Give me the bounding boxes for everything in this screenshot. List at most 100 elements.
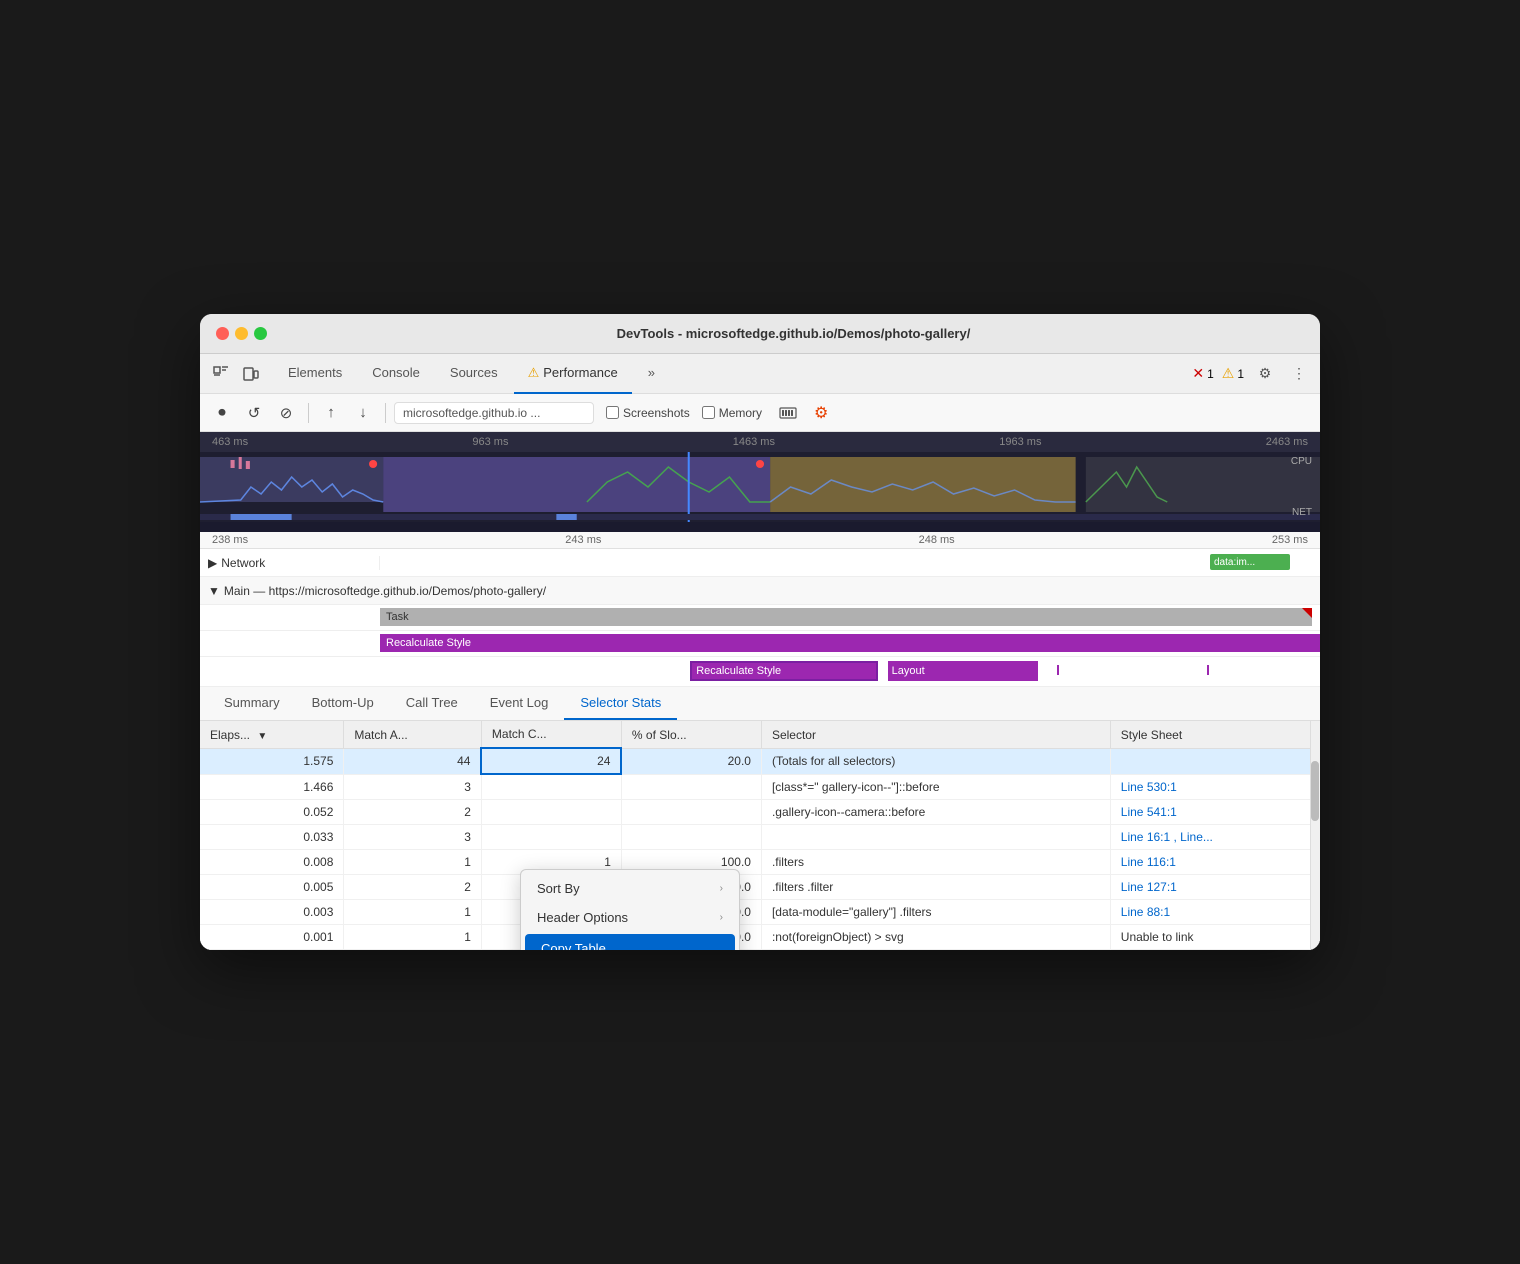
small-bar-1 — [1057, 665, 1059, 675]
sheet-link[interactable]: Line 16:1 , Line... — [1121, 830, 1213, 844]
reload-button[interactable]: ↺ — [240, 399, 268, 427]
tab-bottom-up[interactable]: Bottom-Up — [296, 687, 390, 720]
devtools-body: Elements Console Sources ⚠ Performance »… — [200, 354, 1320, 950]
context-menu-header-options[interactable]: Header Options › — [521, 903, 739, 932]
tab-performance[interactable]: ⚠ Performance — [514, 354, 632, 394]
cell-match-a: 3 — [344, 774, 482, 799]
context-menu-copy-table[interactable]: Copy Table — [525, 934, 735, 950]
main-expand-icon[interactable]: ▼ — [208, 584, 220, 598]
table-row[interactable]: 0.005 2 1 0.0 .filters .filter Line 127:… — [200, 874, 1320, 899]
tab-elements[interactable]: Elements — [274, 354, 356, 394]
table-row[interactable]: 0.052 2 .gallery-icon--camera::before Li… — [200, 799, 1320, 824]
more-options-icon[interactable]: ⋮ — [1286, 361, 1312, 387]
sheet-link[interactable]: Line 116:1 — [1121, 855, 1176, 869]
net-label: NET — [1292, 507, 1312, 518]
cell-selector: [class*=" gallery-icon--"]::before — [761, 774, 1110, 799]
cell-sheet: Line 116:1 — [1110, 849, 1319, 874]
sheet-link[interactable]: Line 127:1 — [1121, 880, 1177, 894]
chevron-right-icon-2: › — [720, 912, 723, 923]
maximize-button[interactable] — [254, 327, 267, 340]
cell-sheet: Line 16:1 , Line... — [1110, 824, 1319, 849]
scrollbar-thumb[interactable] — [1311, 761, 1319, 821]
recalc-track-full: Recalculate Style — [200, 631, 1320, 657]
network-expand-icon[interactable]: ▶ — [208, 556, 217, 570]
table-row[interactable]: 0.008 1 1 100.0 .filters Line 116:1 — [200, 849, 1320, 874]
col-header-elapsed[interactable]: Elaps... ▼ — [200, 721, 344, 748]
tab-sources[interactable]: Sources — [436, 354, 512, 394]
inspect-icon[interactable] — [208, 361, 234, 387]
cell-elapsed: 1.575 — [200, 748, 344, 774]
table-row[interactable]: 0.001 1 0 0.0 :not(foreignObject) > svg … — [200, 924, 1320, 949]
col-header-selector[interactable]: Selector — [761, 721, 1110, 748]
sheet-link[interactable]: Line 541:1 — [1121, 805, 1177, 819]
download-button[interactable]: ↓ — [349, 399, 377, 427]
main-track-header: ▼ Main — https://microsoftedge.github.io… — [200, 577, 1320, 605]
cpu-label: CPU — [1291, 456, 1312, 467]
settings-icon[interactable]: ⚙ — [1252, 361, 1278, 387]
cell-selector: [data-module="gallery"] .filters — [761, 899, 1110, 924]
screenshots-toggle[interactable]: Screenshots — [606, 406, 690, 420]
cell-pct — [621, 799, 761, 824]
device-icon[interactable] — [238, 361, 264, 387]
sort-arrow: ▼ — [257, 731, 267, 742]
devtools-window: DevTools - microsoftedge.github.io/Demos… — [200, 314, 1320, 950]
close-button[interactable] — [216, 327, 229, 340]
warning-badge: ⚠ 1 — [1222, 365, 1244, 382]
layout-bar: Layout — [888, 661, 1038, 681]
timeline-canvas[interactable]: CPU NET — [200, 452, 1320, 522]
tracks-section: ▶ Network data:im... ▼ Main — https://mi… — [200, 549, 1320, 687]
cell-elapsed: 0.005 — [200, 874, 344, 899]
sheet-link[interactable]: Line 530:1 — [1121, 780, 1177, 794]
toolbar-separator-2 — [385, 403, 386, 423]
performance-settings-icon[interactable]: ⚙ — [814, 403, 828, 423]
upload-button[interactable]: ↑ — [317, 399, 345, 427]
table-row[interactable]: 1.575 44 24 20.0 (Totals for all selecto… — [200, 748, 1320, 774]
cell-selector: :not(foreignObject) > svg — [761, 924, 1110, 949]
task-overrun-indicator — [1302, 608, 1312, 618]
table-row[interactable]: 0.033 3 Line 16:1 , Line... — [200, 824, 1320, 849]
screenshots-checkbox[interactable] — [606, 406, 619, 419]
tab-selector-stats[interactable]: Selector Stats — [564, 687, 677, 720]
cell-pct — [621, 774, 761, 799]
col-header-match-a[interactable]: Match A... — [344, 721, 482, 748]
record-button[interactable]: ⏺ — [208, 399, 236, 427]
col-header-match-c[interactable]: Match C... — [481, 721, 621, 748]
col-header-pct[interactable]: % of Slo... — [621, 721, 761, 748]
minimize-button[interactable] — [235, 327, 248, 340]
title-bar: DevTools - microsoftedge.github.io/Demos… — [200, 314, 1320, 354]
cell-sheet — [1110, 748, 1319, 774]
col-header-sheet[interactable]: Style Sheet — [1110, 721, 1319, 748]
cell-selector — [761, 824, 1110, 849]
cell-elapsed: 0.003 — [200, 899, 344, 924]
memory-toggle[interactable]: Memory — [702, 406, 762, 420]
cell-pct: 20.0 — [621, 748, 761, 774]
cell-elapsed: 0.033 — [200, 824, 344, 849]
tab-call-tree[interactable]: Call Tree — [390, 687, 474, 720]
table-row[interactable]: 0.003 1 1 100.0 [data-module="gallery"] … — [200, 899, 1320, 924]
url-display: microsoftedge.github.io ... — [394, 402, 594, 424]
table-row[interactable]: 1.466 3 [class*=" gallery-icon--"]::befo… — [200, 774, 1320, 799]
cell-elapsed: 0.052 — [200, 799, 344, 824]
time-marker-1: 238 ms — [212, 534, 248, 546]
tab-event-log[interactable]: Event Log — [474, 687, 565, 720]
memory-tool-icon[interactable] — [774, 399, 802, 427]
cell-selector: .gallery-icon--camera::before — [761, 799, 1110, 824]
clear-button[interactable]: ⊘ — [272, 399, 300, 427]
time-markers: 238 ms 243 ms 248 ms 253 ms — [200, 532, 1320, 549]
tab-more[interactable]: » — [634, 354, 669, 394]
memory-checkbox[interactable] — [702, 406, 715, 419]
cell-match-c — [481, 799, 621, 824]
cell-match-c: 24 — [481, 748, 621, 774]
bottom-tabs: Summary Bottom-Up Call Tree Event Log Se… — [200, 687, 1320, 721]
sheet-link[interactable]: Line 88:1 — [1121, 905, 1170, 919]
cell-match-c — [481, 774, 621, 799]
cell-elapsed: 1.466 — [200, 774, 344, 799]
cell-match-a: 2 — [344, 874, 482, 899]
cell-sheet: Line 127:1 — [1110, 874, 1319, 899]
context-menu-sort-by[interactable]: Sort By › — [521, 874, 739, 903]
tab-summary[interactable]: Summary — [208, 687, 296, 720]
scrollbar-track[interactable] — [1310, 721, 1320, 950]
tab-bar: Elements Console Sources ⚠ Performance »… — [200, 354, 1320, 394]
window-title: DevTools - microsoftedge.github.io/Demos… — [283, 326, 1304, 341]
tab-console[interactable]: Console — [358, 354, 434, 394]
